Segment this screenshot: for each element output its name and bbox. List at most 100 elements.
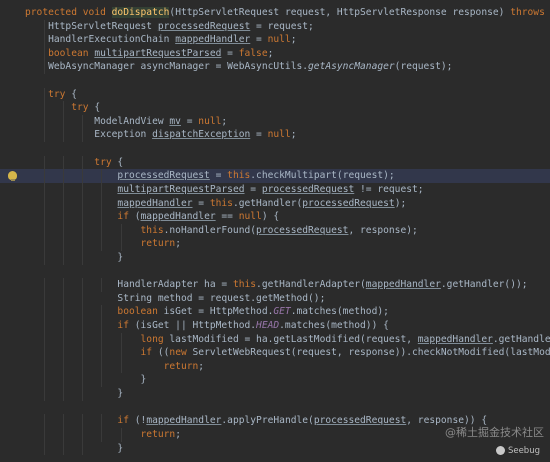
code-token: mappedHandler bbox=[365, 279, 441, 291]
code-line[interactable]: if (isGet || HttpMethod.HEAD.matches(met… bbox=[0, 319, 550, 333]
code-line-text: return; bbox=[25, 360, 204, 374]
code-token: if bbox=[25, 320, 135, 332]
code-line[interactable]: try { bbox=[0, 101, 550, 115]
code-token: = bbox=[180, 115, 199, 127]
code-line[interactable]: this.noHandlerFound(processedRequest, re… bbox=[0, 223, 550, 238]
code-token: mappedHandler bbox=[140, 211, 216, 223]
code-token: if bbox=[25, 211, 135, 223]
code-line-text: String method = request.getMethod(); bbox=[25, 292, 325, 306]
code-line[interactable]: Exception dispatchException = null; bbox=[0, 128, 550, 143]
code-line[interactable] bbox=[0, 401, 550, 415]
code-line[interactable]: return; bbox=[0, 359, 550, 374]
code-line-text: this.noHandlerFound(processedRequest, re… bbox=[25, 224, 418, 238]
code-line[interactable]: try { bbox=[0, 155, 550, 170]
code-line[interactable] bbox=[0, 74, 550, 88]
code-token: getAsyncManager bbox=[308, 61, 395, 73]
code-token: processedRequest bbox=[256, 224, 349, 236]
code-line[interactable] bbox=[0, 142, 550, 156]
code-line-text: return; bbox=[25, 237, 181, 251]
code-line-text: protected void doDispatch(HttpServletReq… bbox=[25, 6, 550, 20]
code-token: } bbox=[25, 388, 124, 400]
code-line[interactable] bbox=[0, 265, 550, 279]
code-token: (request); bbox=[394, 61, 453, 73]
code-token: return bbox=[25, 360, 199, 372]
code-line[interactable]: HandlerExecutionChain mappedHandler = nu… bbox=[0, 33, 550, 47]
code-token: = bbox=[221, 47, 239, 59]
code-token: ; bbox=[198, 360, 205, 372]
code-token: return bbox=[25, 238, 176, 250]
code-token: processedRequest bbox=[302, 197, 395, 209]
code-token: .getHandlerAdapter( bbox=[256, 279, 366, 291]
code-token: Exception bbox=[25, 129, 153, 141]
code-token: (isGet || HttpMethod. bbox=[134, 320, 257, 332]
code-line[interactable]: mappedHandler = this.getHandler(processe… bbox=[0, 196, 550, 211]
code-token: (HttpServletRequest request, HttpServlet… bbox=[169, 7, 511, 18]
code-line-text: return; bbox=[25, 428, 181, 442]
code-token: if bbox=[25, 415, 135, 427]
code-line[interactable]: } bbox=[0, 441, 550, 456]
code-line[interactable]: String method = request.getMethod(); bbox=[0, 291, 550, 306]
code-token: = bbox=[192, 197, 210, 209]
code-token: protected bbox=[25, 7, 83, 18]
code-token: lastModified = ha.getLastModified(reques… bbox=[169, 333, 418, 345]
code-token: this bbox=[25, 224, 164, 236]
code-token: mappedHandler bbox=[417, 333, 493, 345]
code-token: = bbox=[250, 34, 268, 46]
lightbulb-icon[interactable] bbox=[8, 171, 17, 182]
code-line[interactable]: HttpServletRequest processedRequest = re… bbox=[0, 19, 550, 34]
code-line[interactable]: if (mappedHandler == null) { bbox=[0, 210, 550, 224]
code-token: try bbox=[25, 88, 72, 100]
code-line-text: mappedHandler = this.getHandler(processe… bbox=[25, 197, 406, 211]
code-line[interactable]: } bbox=[0, 387, 550, 401]
code-line[interactable]: return; bbox=[0, 237, 550, 251]
code-token: (( bbox=[157, 347, 170, 359]
code-editor[interactable]: protected void doDispatch(HttpServletReq… bbox=[0, 0, 550, 462]
code-token: this bbox=[209, 197, 233, 209]
seebug-label: Seebug bbox=[507, 446, 540, 456]
code-token: processedRequest bbox=[157, 20, 251, 32]
code-line[interactable]: ModelAndView mv = null; bbox=[0, 114, 550, 129]
code-token: ; bbox=[290, 34, 297, 46]
code-token: new bbox=[169, 347, 193, 359]
code-token: { bbox=[117, 156, 124, 168]
code-line-text: processedRequest = this.checkMultipart(r… bbox=[25, 169, 394, 183]
code-token: .applyPreHandle( bbox=[221, 415, 314, 427]
code-line[interactable]: HandlerAdapter ha = this.getHandlerAdapt… bbox=[0, 278, 550, 292]
code-token: ; bbox=[175, 238, 181, 250]
code-line-text: HttpServletRequest processedRequest = re… bbox=[25, 20, 314, 34]
code-line[interactable]: WebAsyncManager asyncManager = WebAsyncU… bbox=[0, 60, 550, 75]
code-token: ; bbox=[290, 129, 297, 141]
code-line-text: try { bbox=[25, 88, 77, 102]
code-token: boolean bbox=[25, 306, 164, 318]
code-line[interactable]: boolean isGet = HttpMethod.GET.matches(m… bbox=[0, 305, 550, 320]
code-token: ServletWebRequest(request, response)).ch… bbox=[192, 347, 550, 359]
code-token: processedRequest bbox=[117, 170, 210, 182]
code-token: , response); bbox=[348, 224, 418, 236]
code-line[interactable]: try { bbox=[0, 87, 550, 102]
code-line[interactable]: } bbox=[0, 250, 550, 265]
code-line[interactable]: if ((new ServletWebRequest(request, resp… bbox=[0, 346, 550, 360]
code-token: null bbox=[267, 34, 291, 46]
code-token: } bbox=[25, 442, 124, 454]
code-token: String method = request.getMethod(); bbox=[25, 292, 326, 304]
code-token: null bbox=[198, 115, 222, 127]
code-token: WebAsyncManager asyncManager = WebAsyncU… bbox=[25, 61, 309, 73]
code-line-text: } bbox=[25, 387, 123, 401]
code-line[interactable]: multipartRequestParsed = processedReques… bbox=[0, 182, 550, 197]
code-token: ); bbox=[394, 197, 407, 209]
code-token: == bbox=[215, 211, 239, 223]
code-line[interactable]: protected void doDispatch(HttpServletReq… bbox=[0, 6, 550, 20]
code-line-text: ModelAndView mv = null; bbox=[25, 115, 227, 129]
code-token: .matches(method)) { bbox=[279, 320, 389, 332]
code-token: .getHandler( bbox=[232, 197, 303, 209]
code-token: mappedHandler bbox=[146, 415, 222, 427]
code-token: this bbox=[227, 170, 251, 182]
code-token: dispatchException bbox=[152, 129, 251, 141]
code-line[interactable]: } bbox=[0, 373, 550, 388]
code-token: HandlerExecutionChain bbox=[25, 34, 176, 46]
code-line[interactable]: processedRequest = this.checkMultipart(r… bbox=[0, 169, 550, 183]
code-token: processedRequest bbox=[313, 415, 407, 427]
code-line[interactable]: long lastModified = ha.getLastModified(r… bbox=[0, 332, 550, 347]
code-line[interactable]: boolean multipartRequestParsed = false; bbox=[0, 46, 550, 61]
